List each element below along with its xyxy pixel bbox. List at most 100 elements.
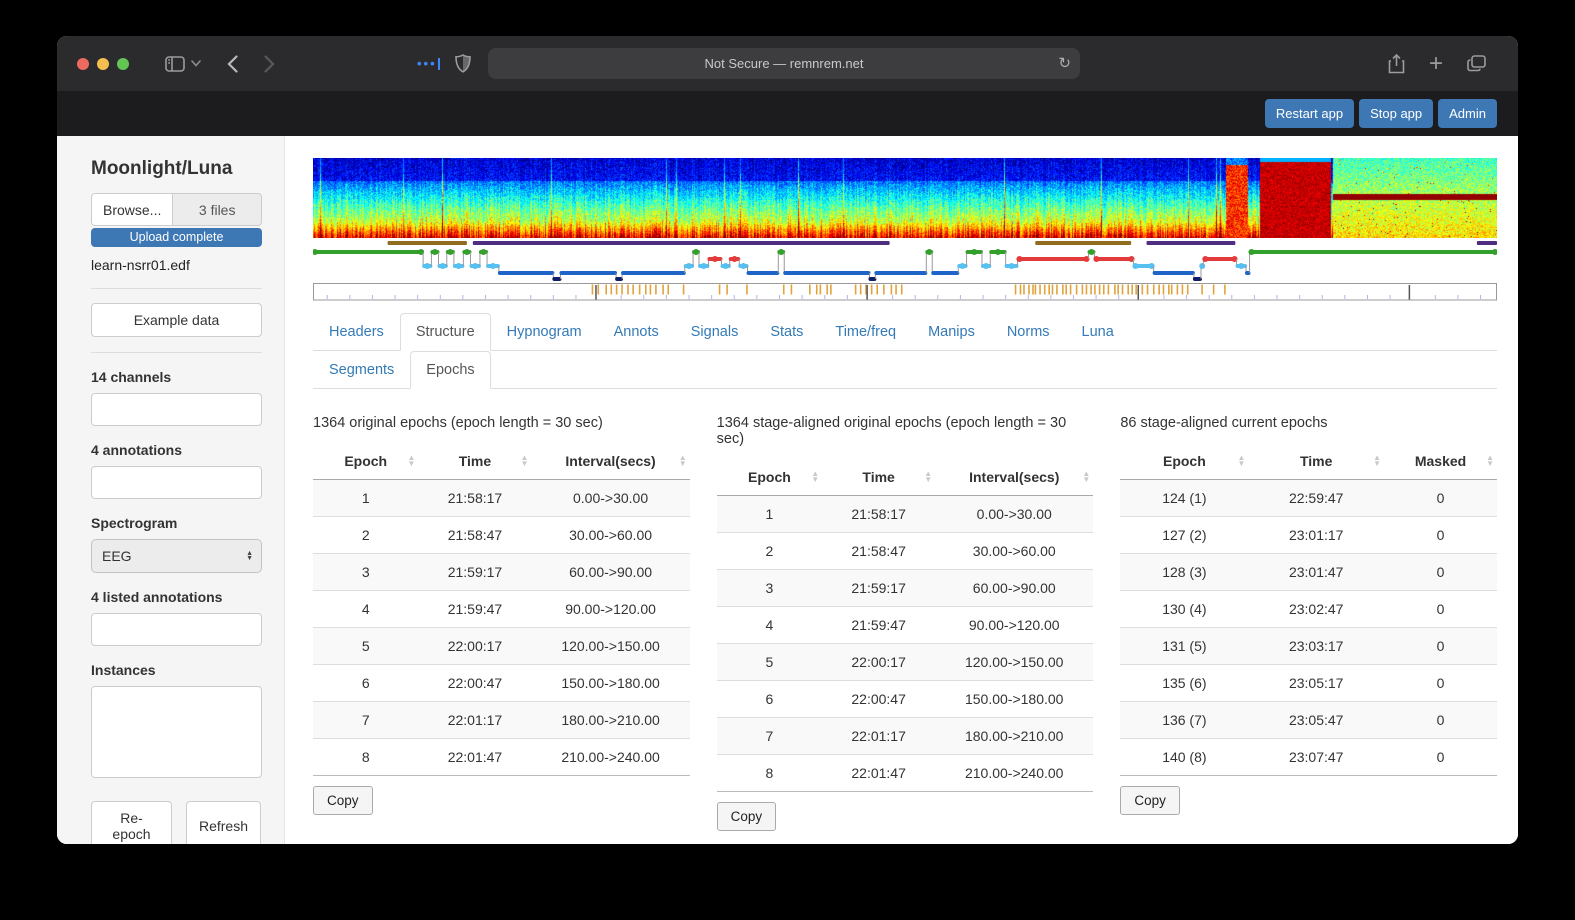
table-cell: 90.00->120.00 xyxy=(968,617,1060,633)
zoom-window-button[interactable] xyxy=(117,57,129,70)
stop-app-button[interactable]: Stop app xyxy=(1359,99,1434,128)
column-header-time[interactable]: Time ▲ ▼ xyxy=(822,459,936,496)
tab-hypnogram[interactable]: Hypnogram xyxy=(491,313,598,351)
table-row[interactable]: 8 22:01:47 210.00->240.00 xyxy=(313,738,690,776)
table-row[interactable]: 140 (8) 23:07:47 0 xyxy=(1120,738,1498,776)
table-cell: 131 (5) xyxy=(1162,638,1207,654)
table-row[interactable]: 127 (2) 23:01:17 0 xyxy=(1120,516,1498,554)
hypnogram-dot xyxy=(722,263,729,269)
table-row[interactable]: 5 22:00:17 120.00->150.00 xyxy=(313,627,690,665)
table-cell: 130 (4) xyxy=(1162,601,1207,617)
annotations-input[interactable] xyxy=(91,466,262,499)
copy-button[interactable]: Copy xyxy=(313,786,373,815)
table-row[interactable]: 7 22:01:17 180.00->210.00 xyxy=(313,701,690,739)
table-row[interactable]: 135 (6) 23:05:17 0 xyxy=(1120,664,1498,702)
table-cell: 21:59:47 xyxy=(447,601,503,617)
back-button[interactable] xyxy=(227,54,238,73)
spectrogram-canvas[interactable] xyxy=(313,158,1497,238)
table-row[interactable]: 2 21:58:47 30.00->60.00 xyxy=(313,516,690,554)
tab-structure[interactable]: Structure xyxy=(399,313,491,351)
re-epoch-button[interactable]: Re-epoch xyxy=(91,801,172,844)
table-row[interactable]: 6 22:00:47 150.00->180.00 xyxy=(716,680,1094,718)
table-row[interactable]: 128 (3) 23:01:47 0 xyxy=(1120,553,1498,591)
tab-signals[interactable]: Signals xyxy=(675,313,755,351)
epoch-table: Epoch ▲ ▼ Time ▲ ▼ Interval(secs) ▲ ▼ 1 21:58:17 0.… xyxy=(716,459,1094,792)
sort-arrows-icon: ▲ ▼ xyxy=(924,469,933,484)
copy-button[interactable]: Copy xyxy=(1120,786,1180,815)
browse-button[interactable]: Browse... xyxy=(91,193,174,226)
table-row[interactable]: 3 21:59:17 60.00->90.00 xyxy=(716,569,1094,607)
tab-headers[interactable]: Headers xyxy=(313,313,400,351)
table-row[interactable]: 3 21:59:17 60.00->90.00 xyxy=(313,553,690,591)
table-cell: 22:01:17 xyxy=(447,712,503,728)
table-row[interactable]: 130 (4) 23:02:47 0 xyxy=(1120,590,1498,628)
tab-stats[interactable]: Stats xyxy=(754,313,819,351)
close-window-button[interactable] xyxy=(77,57,89,70)
table-cell: 0 xyxy=(1436,749,1445,765)
example-data-button[interactable]: Example data xyxy=(91,303,262,337)
table-row[interactable]: 7 22:01:17 180.00->210.00 xyxy=(716,717,1094,755)
instances-textarea[interactable] xyxy=(91,686,262,778)
share-icon[interactable] xyxy=(1388,53,1405,74)
page-loading-dots-icon[interactable]: ••• xyxy=(417,56,440,71)
column-header-time[interactable]: Time ▲ ▼ xyxy=(418,443,532,480)
restart-app-button[interactable]: Restart app xyxy=(1264,99,1355,128)
table-row[interactable]: 1 21:58:17 0.00->30.00 xyxy=(313,479,690,517)
table-cell: 0 xyxy=(1436,675,1445,691)
refresh-button[interactable]: Refresh xyxy=(185,801,261,844)
table-cell: 180.00->210.00 xyxy=(561,712,660,728)
column-header-epoch[interactable]: Epoch ▲ ▼ xyxy=(716,459,823,496)
channels-input[interactable] xyxy=(91,393,262,426)
table-caption: 1364 stage-aligned original epochs (epoc… xyxy=(716,415,1067,447)
column-header-epoch[interactable]: Epoch ▲ ▼ xyxy=(1120,443,1249,480)
table-row[interactable]: 4 21:59:47 90.00->120.00 xyxy=(313,590,690,628)
tab-overview-icon[interactable] xyxy=(1467,55,1486,72)
column-header-time[interactable]: Time ▲ ▼ xyxy=(1248,443,1384,480)
minimize-window-button[interactable] xyxy=(97,57,109,70)
table-row[interactable]: 5 22:00:17 120.00->150.00 xyxy=(716,643,1094,681)
table-cell: 1 xyxy=(765,506,774,522)
table-row[interactable]: 124 (1) 22:59:47 0 xyxy=(1120,479,1498,517)
table-row[interactable]: 1 21:58:17 0.00->30.00 xyxy=(716,495,1094,533)
tab-norms[interactable]: Norms xyxy=(991,313,1066,351)
hypnogram-dot xyxy=(1093,256,1100,262)
forward-button[interactable] xyxy=(264,54,275,73)
new-tab-icon[interactable]: + xyxy=(1429,50,1443,78)
table-cell: 4 xyxy=(361,601,370,617)
tab-epochs[interactable]: Epochs xyxy=(410,351,491,389)
table-row[interactable]: 6 22:00:47 150.00->180.00 xyxy=(313,664,690,702)
table-cell: 21:58:47 xyxy=(447,527,503,543)
table-row[interactable]: 136 (7) 23:05:47 0 xyxy=(1120,701,1498,739)
table-cell: 150.00->180.00 xyxy=(964,691,1064,707)
column-header-masked[interactable]: Masked ▲ ▼ xyxy=(1384,443,1498,480)
tab-segments[interactable]: Segments xyxy=(313,351,410,389)
admin-button[interactable]: Admin xyxy=(1438,99,1497,128)
spectrogram-channel-select[interactable]: EEG ▲ ▼ xyxy=(91,539,262,573)
table-row[interactable]: 8 22:01:47 210.00->240.00 xyxy=(716,754,1094,792)
shield-icon[interactable] xyxy=(455,54,471,73)
table-cell: 140 (8) xyxy=(1162,749,1207,765)
hypnogram-dot xyxy=(447,249,454,255)
sidebar-toggle-icon[interactable] xyxy=(165,55,185,72)
address-bar[interactable]: Not Secure — remnrem.net ↻ xyxy=(488,48,1080,79)
table-cell: 2 xyxy=(765,543,774,559)
timeline-tracks[interactable] xyxy=(313,239,1497,301)
chevron-down-icon[interactable] xyxy=(191,60,201,67)
hypnogram-dot xyxy=(693,249,700,255)
column-header-interval-secs-[interactable]: Interval(secs) ▲ ▼ xyxy=(935,459,1094,496)
tab-luna[interactable]: Luna xyxy=(1066,313,1130,351)
column-header-interval-secs-[interactable]: Interval(secs) ▲ ▼ xyxy=(531,443,690,480)
spectrogram-channel-value: EEG xyxy=(102,548,132,564)
copy-button[interactable]: Copy xyxy=(716,802,777,831)
table-row[interactable]: 131 (5) 23:03:17 0 xyxy=(1120,627,1498,665)
tab-manips[interactable]: Manips xyxy=(912,313,991,351)
listed-annotations-input[interactable] xyxy=(91,613,262,646)
table-row[interactable]: 2 21:58:47 30.00->60.00 xyxy=(716,532,1094,570)
column-header-epoch[interactable]: Epoch ▲ ▼ xyxy=(313,443,419,480)
epoch-table: Epoch ▲ ▼ Time ▲ ▼ Interval(secs) ▲ ▼ 1 21:58:17 0.… xyxy=(313,443,690,776)
reload-icon[interactable]: ↻ xyxy=(1058,54,1071,72)
upload-progress-bar: Upload complete xyxy=(91,228,262,247)
tab-time-freq[interactable]: Time/freq xyxy=(819,313,912,351)
tab-annots[interactable]: Annots xyxy=(598,313,675,351)
table-row[interactable]: 4 21:59:47 90.00->120.00 xyxy=(716,606,1094,644)
